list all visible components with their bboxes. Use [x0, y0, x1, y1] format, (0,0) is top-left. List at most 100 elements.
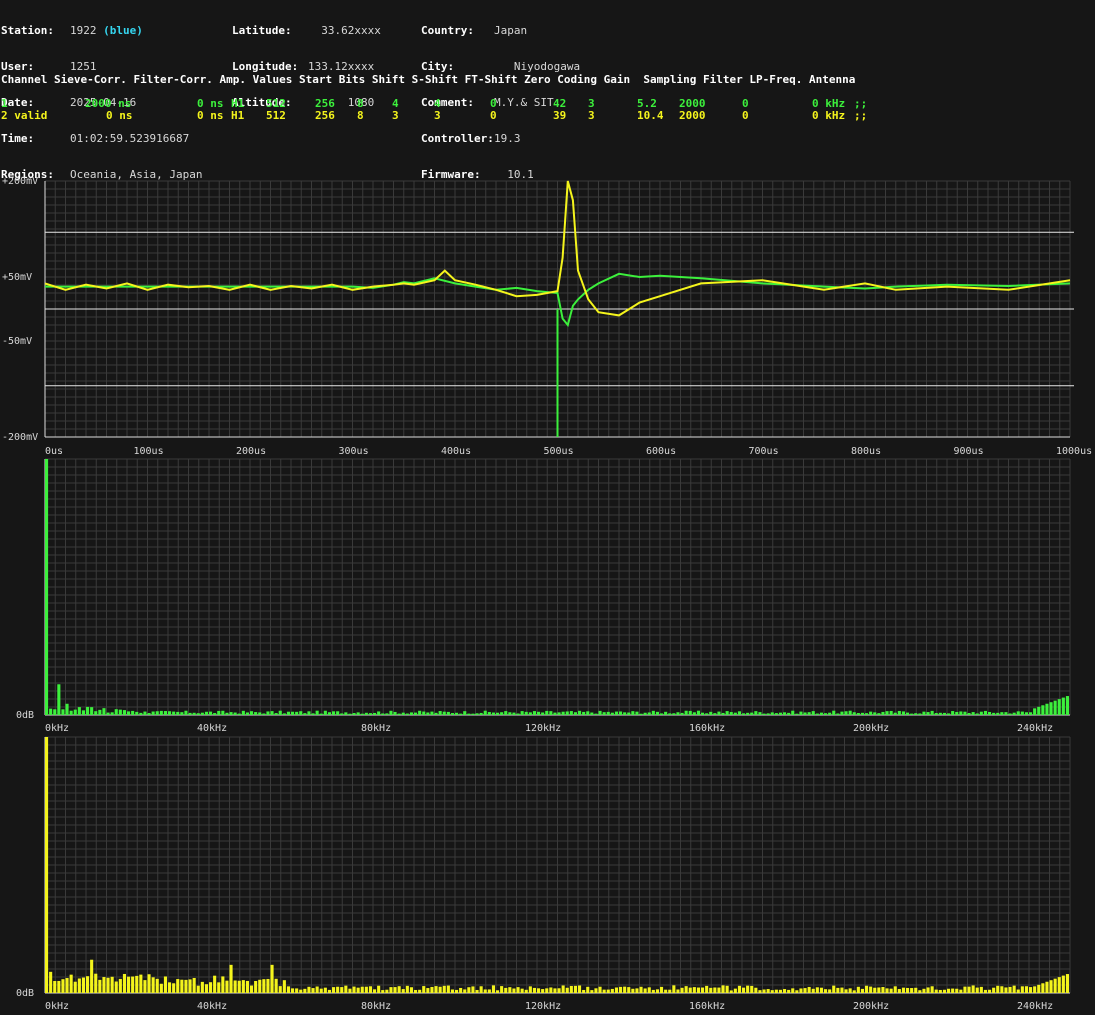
- spectrum-bar: [516, 987, 520, 993]
- spectrum-bar: [742, 713, 746, 715]
- spectrum-bar: [783, 989, 787, 993]
- spectrum-bar: [590, 712, 594, 715]
- spectrum-bar: [356, 712, 360, 715]
- spectrum-bar: [783, 712, 787, 715]
- spectrum-bar: [528, 712, 532, 715]
- spectrum-bar: [389, 987, 393, 993]
- spectrum-bar: [258, 979, 262, 993]
- spectrum-bar: [393, 711, 397, 715]
- spectrum-bar: [1061, 975, 1065, 993]
- spectrum-bar: [172, 983, 176, 993]
- spectrum-bar: [873, 712, 877, 715]
- spectrum-bar: [500, 712, 504, 715]
- spectrum-bar: [1033, 986, 1037, 993]
- spectrum-bar: [918, 713, 922, 715]
- spectrum-bar: [914, 713, 918, 715]
- spectrum-bar: [885, 988, 889, 993]
- x-tick-label: 80kHz: [361, 723, 391, 734]
- spectrum-bar: [438, 711, 442, 715]
- spectrum-bar: [405, 985, 409, 993]
- x-tick-label: 200us: [236, 446, 266, 457]
- spectrum-bar: [1024, 712, 1028, 715]
- spectrum-bar: [192, 977, 196, 993]
- spectrum-bar: [602, 989, 606, 993]
- spectrum-bar: [430, 711, 434, 715]
- spectrum-bar: [61, 709, 65, 715]
- spectrum-bar: [614, 987, 618, 993]
- spectrum-bar: [750, 985, 754, 993]
- spectrum-bar: [746, 712, 750, 715]
- spectrum-bar: [422, 711, 426, 715]
- spectrum-bar: [438, 986, 442, 993]
- spectrum-bar: [98, 979, 102, 993]
- spectrum-bar: [705, 985, 709, 993]
- spectrum-bar: [569, 711, 573, 715]
- spectrum-bar: [705, 713, 709, 715]
- spectrum-bar: [557, 712, 561, 715]
- spectrum-bar: [865, 713, 869, 715]
- y-tick-label: 0dB: [16, 710, 34, 721]
- spectrum-bar: [701, 987, 705, 993]
- spectrum-bar: [893, 712, 897, 715]
- y-tick-label: -50mV: [2, 336, 32, 347]
- spectrum-bar: [504, 711, 508, 715]
- spectrum-bar: [627, 712, 631, 715]
- spectrum-bar: [442, 711, 446, 715]
- spectrum-bar: [381, 990, 385, 993]
- spectrum-bar: [754, 711, 758, 715]
- spectrum-bar: [356, 987, 360, 993]
- spectrum-bar: [1029, 987, 1033, 993]
- spectrum-bar: [865, 985, 869, 993]
- spectrum-bar: [508, 987, 512, 993]
- spectrum-bar: [274, 978, 278, 993]
- spectrum-bar: [988, 712, 992, 715]
- spectrum-bar: [963, 986, 967, 993]
- x-tick-label: 40kHz: [197, 723, 227, 734]
- spectrum-bar: [278, 986, 282, 993]
- spectrum-bar: [795, 990, 799, 993]
- spectrum-bar: [1045, 981, 1049, 993]
- spectrum-bar: [1065, 974, 1069, 993]
- spectrum-bar: [377, 985, 381, 993]
- x-tick-label: 160kHz: [689, 723, 725, 734]
- spectrum-bar: [774, 713, 778, 715]
- spectrum-bar: [364, 712, 368, 715]
- spectrum-bar: [545, 710, 549, 715]
- spectrum-bar: [122, 973, 126, 993]
- y-tick-label: +50mV: [2, 272, 32, 283]
- y-tick-label: -200mV: [2, 432, 38, 443]
- spectrum-bar: [163, 711, 167, 715]
- spectrum-bar: [348, 988, 352, 993]
- x-tick-label: 300us: [339, 446, 369, 457]
- spectrum-bar: [610, 712, 614, 715]
- spectrum-bar: [619, 711, 623, 715]
- spectrum-bar: [983, 989, 987, 993]
- spectrum-bar: [869, 986, 873, 993]
- spectrum-bar: [836, 987, 840, 993]
- spectrum-bar: [549, 987, 553, 993]
- spectrum-bar: [824, 989, 828, 993]
- spectrum-bar: [434, 986, 438, 993]
- spectrum-bar: [967, 713, 971, 715]
- spectrum-bar: [188, 712, 192, 715]
- spectrum-bar: [926, 987, 930, 993]
- spectrum-bar: [696, 987, 700, 993]
- spectrum-bar: [352, 713, 356, 715]
- spectrum-bar: [1020, 711, 1024, 715]
- spectrum-bar: [520, 711, 524, 715]
- spectrum-bar: [1053, 700, 1057, 715]
- spectrum-bar: [1049, 980, 1053, 993]
- spectrum-bar: [721, 712, 725, 715]
- spectrum-bar: [877, 713, 881, 715]
- spectrum-bar: [446, 985, 450, 993]
- spectrum-bar: [947, 988, 951, 993]
- spectrum-bar: [196, 985, 200, 993]
- spectrum-bar: [1037, 984, 1041, 993]
- spectrum-bar: [573, 985, 577, 993]
- spectrum-bar: [844, 711, 848, 715]
- spectrum-bar: [971, 712, 975, 715]
- spectrum-bar: [676, 712, 680, 715]
- spectrum-bar: [254, 980, 258, 993]
- spectrum-bar: [922, 711, 926, 715]
- spectrum-bar: [631, 711, 635, 715]
